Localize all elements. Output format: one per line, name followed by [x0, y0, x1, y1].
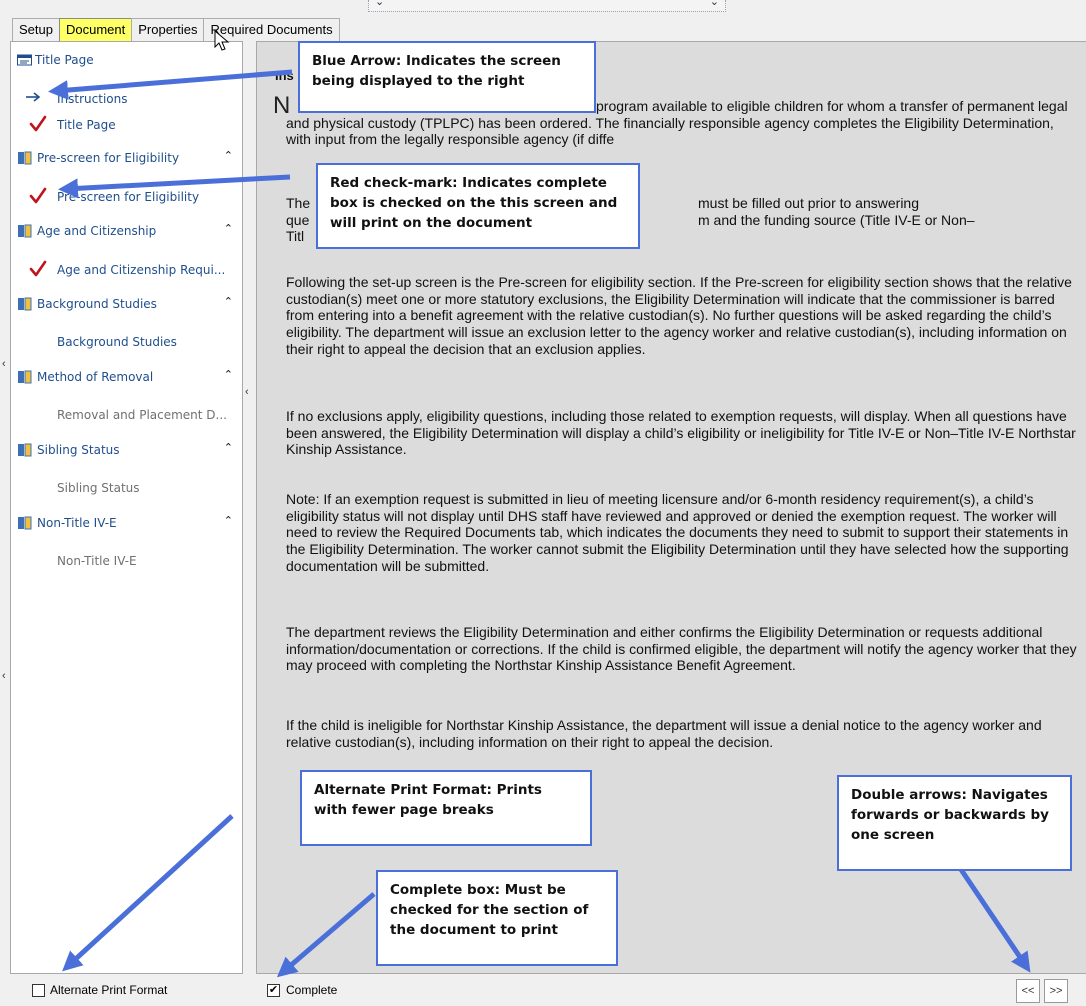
nav-group-sibling-status[interactable]: Sibling Status ⌃: [11, 438, 242, 462]
nav-item-label: Sibling Status: [57, 481, 140, 495]
complete-check-icon: [29, 115, 47, 132]
tab-properties[interactable]: Properties: [131, 18, 205, 41]
paragraph-ineligible: If the child is ineligible for Northstar…: [286, 717, 1042, 750]
nav-item-label: Age and Citizenship Requi...: [57, 263, 226, 277]
alternate-print-format-checkbox[interactable]: [32, 984, 45, 997]
nav-item-removal-placement[interactable]: Removal and Placement D...: [11, 405, 242, 425]
book-icon: [18, 516, 32, 530]
document-heading: Ins: [275, 68, 294, 83]
book-icon: [18, 443, 32, 457]
chevron-left-icon[interactable]: ‹: [2, 670, 6, 682]
nav-group-label: Sibling Status: [37, 443, 120, 457]
book-icon: [18, 370, 32, 384]
chevron-left-icon[interactable]: ‹: [2, 358, 6, 370]
paragraph-exemption-note: Note: If an exemption request is submitt…: [286, 491, 1069, 574]
nav-group-prescreen[interactable]: Pre-screen for Eligibility ⌃: [11, 146, 242, 170]
top-splitter[interactable]: ⌄ ⌄: [368, 0, 726, 12]
paragraph-exclusions: If no exclusions apply, eligibility ques…: [286, 408, 1076, 458]
paragraph-fragment: que: [286, 211, 310, 228]
paragraph-fragment: m and the funding source (Title IV-E or …: [698, 211, 975, 228]
nav-item-label: Pre-screen for Eligibility: [57, 190, 200, 204]
nav-group-label: Background Studies: [37, 297, 157, 311]
nav-group-method-of-removal[interactable]: Method of Removal ⌃: [11, 365, 242, 389]
nav-group-label: Pre-screen for Eligibility: [37, 151, 180, 165]
next-screen-button[interactable]: >>: [1044, 979, 1068, 1003]
complete-check-icon: [29, 187, 47, 204]
nav-item-instructions[interactable]: Instructions: [11, 89, 242, 109]
nav-group-label: Method of Removal: [37, 370, 154, 384]
nav-group-title-page[interactable]: Title Page: [11, 48, 242, 72]
nav-item-age-citizenship[interactable]: Age and Citizenship Requi...: [11, 260, 242, 280]
paragraph-department-review: The department reviews the Eligibility D…: [286, 624, 1077, 674]
nav-item-label: Background Studies: [57, 335, 177, 349]
nav-group-label: Title Page: [35, 53, 94, 67]
book-icon: [18, 297, 32, 311]
collapse-caret-icon[interactable]: ⌃: [224, 441, 233, 454]
document-section-nav: Title Page Instructions Title Page Pre-s…: [10, 41, 243, 974]
nav-group-label: Non-Title IV-E: [37, 516, 117, 530]
callout-double-arrows: Double arrows: Navigates forwards or bac…: [837, 775, 1072, 871]
nav-group-label: Age and Citizenship: [37, 224, 157, 238]
chevron-left-icon[interactable]: ‹: [245, 386, 249, 398]
nav-group-non-title-iv-e[interactable]: Non-Title IV-E ⌃: [11, 511, 242, 535]
collapse-caret-icon[interactable]: ⌃: [224, 149, 233, 162]
tab-document[interactable]: Document: [58, 18, 133, 41]
paragraph-fragment: Titl: [286, 228, 305, 245]
chevron-down-icon[interactable]: ⌄: [375, 0, 384, 8]
nav-item-label: Instructions: [57, 92, 128, 106]
paragraph-fragment: must be filled out prior to answering: [698, 195, 919, 211]
book-icon: [18, 224, 32, 238]
collapse-caret-icon[interactable]: ⌃: [224, 295, 233, 308]
collapse-caret-icon[interactable]: ⌃: [224, 368, 233, 381]
page-header-icon: [17, 54, 32, 66]
nav-item-background-studies[interactable]: Background Studies: [11, 332, 242, 352]
chevron-down-icon[interactable]: ⌄: [710, 0, 719, 8]
complete-checkbox[interactable]: ✔: [267, 984, 280, 997]
callout-alt-print: Alternate Print Format: Prints with fewe…: [300, 770, 592, 846]
nav-item-label: Title Page: [57, 118, 116, 132]
collapse-caret-icon[interactable]: ⌃: [224, 222, 233, 235]
nav-group-age-citizenship[interactable]: Age and Citizenship ⌃: [11, 219, 242, 243]
previous-screen-button[interactable]: <<: [1016, 979, 1040, 1003]
tab-bar: Setup Document Properties Required Docum…: [12, 18, 340, 41]
callout-red-check: Red check-mark: Indicates complete box i…: [316, 163, 640, 249]
bottom-left-bar: Alternate Print Format: [10, 975, 243, 1006]
collapse-caret-icon[interactable]: ⌃: [224, 514, 233, 527]
book-icon: [18, 151, 32, 165]
current-screen-arrow-icon: [26, 92, 41, 102]
tab-setup[interactable]: Setup: [12, 18, 60, 41]
nav-item-sibling-status[interactable]: Sibling Status: [11, 478, 242, 498]
nav-item-label: Non-Title IV-E: [57, 554, 137, 568]
complete-check-icon: [29, 260, 47, 277]
callout-blue-arrow: Blue Arrow: Indicates the screen being d…: [298, 41, 596, 113]
nav-group-background-studies[interactable]: Background Studies ⌃: [11, 292, 242, 316]
callout-complete-box: Complete box: Must be checked for the se…: [376, 870, 618, 966]
panel-splitter[interactable]: ‹: [245, 41, 254, 974]
paragraph-fragment: The: [286, 195, 311, 211]
nav-item-title-page[interactable]: Title Page: [11, 115, 242, 135]
nav-item-prescreen[interactable]: Pre-screen for Eligibility: [11, 187, 242, 207]
nav-item-non-title-iv-e[interactable]: Non-Title IV-E: [11, 551, 242, 571]
eligibility-document-window: ⌄ ⌄ Setup Document Properties Required D…: [0, 0, 1086, 1006]
mouse-cursor-icon: [214, 30, 230, 51]
paragraph-prescreen: Following the set-up screen is the Pre-s…: [286, 274, 1072, 357]
nav-item-label: Removal and Placement D...: [57, 408, 227, 422]
alternate-print-format-label: Alternate Print Format: [50, 983, 168, 997]
complete-label: Complete: [286, 983, 338, 997]
bottom-right-bar: ✔ Complete << >>: [256, 975, 1086, 1006]
